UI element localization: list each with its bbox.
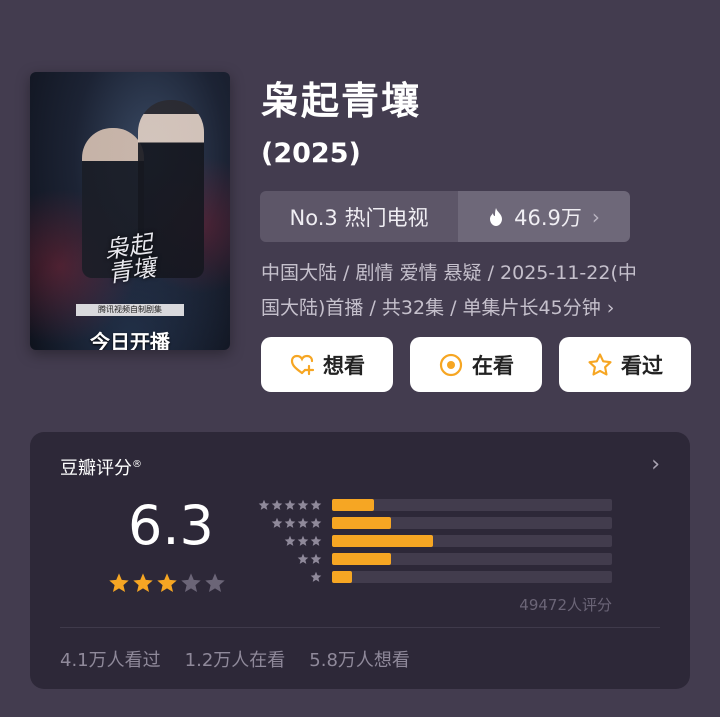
bar-fill — [332, 535, 433, 547]
bar-star-group — [252, 553, 322, 565]
watching-label: 在看 — [472, 353, 514, 378]
rating-bar-row — [252, 514, 612, 532]
small-star-icon — [271, 499, 283, 510]
heat-section[interactable]: 46.9万 › — [458, 191, 630, 242]
registered-mark: ® — [132, 459, 142, 470]
show-year: (2025) — [261, 138, 361, 169]
empty-star-icon — [205, 573, 225, 592]
small-star-icon — [297, 517, 309, 528]
poster-calligraphy: 枭起青壤 — [102, 229, 158, 288]
bar-track — [332, 517, 612, 529]
heart-plus-icon — [290, 354, 315, 375]
rating-card[interactable]: 豆瓣评分® › 6.3 49472人评分 4.1万人看过 1.2万人在看 5.8… — [30, 432, 690, 689]
rating-bar-row — [252, 496, 612, 514]
bar-star-group — [252, 535, 322, 547]
divider — [60, 627, 660, 628]
watching-count[interactable]: 1.2万人在看 — [185, 646, 286, 672]
chevron-right-icon: › — [591, 204, 600, 229]
rank-badge[interactable]: No.3 热门电视 46.9万 › — [260, 191, 630, 242]
filled-star-icon — [109, 573, 129, 592]
small-star-icon — [284, 535, 296, 546]
small-star-icon — [297, 499, 309, 510]
bar-star-group — [252, 571, 322, 583]
small-star-icon — [258, 499, 270, 510]
rating-bar-row — [252, 550, 612, 568]
stats-row: 4.1万人看过 1.2万人在看 5.8万人想看 — [60, 646, 410, 672]
want-to-watch-label: 想看 — [323, 353, 365, 378]
rating-header-text: 豆瓣评分 — [60, 458, 132, 479]
small-star-icon — [297, 553, 309, 564]
flame-icon — [490, 207, 503, 226]
small-star-icon — [310, 571, 322, 582]
watching-button[interactable]: 在看 — [410, 337, 542, 392]
rating-distribution — [252, 496, 612, 586]
want-count[interactable]: 5.8万人想看 — [309, 646, 410, 672]
rating-header: 豆瓣评分® — [60, 454, 142, 480]
heat-value: 46.9万 — [514, 205, 582, 230]
action-buttons: 想看 在看 看过 — [261, 337, 691, 392]
small-star-icon — [284, 499, 296, 510]
chevron-right-icon[interactable]: › — [651, 452, 660, 477]
empty-star-icon — [181, 573, 201, 592]
filled-star-icon — [157, 573, 177, 592]
meta-line-2: 国大陆)首播 / 共32集 / 单集片长45分钟 › — [261, 297, 615, 319]
ratings-count[interactable]: 49472人评分 — [519, 594, 612, 615]
bar-fill — [332, 553, 391, 565]
rating-bar-row — [252, 568, 612, 586]
bar-fill — [332, 499, 374, 511]
small-star-icon — [310, 535, 322, 546]
poster-image[interactable]: 枭起青壤 腾讯视频自制剧集 今日开播 — [30, 72, 230, 350]
poster-sub-tag: 腾讯视频自制剧集 — [76, 304, 184, 316]
watched-button[interactable]: 看过 — [559, 337, 691, 392]
bar-fill — [332, 517, 391, 529]
filled-star-icon — [133, 573, 153, 592]
show-meta[interactable]: 中国大陆 / 剧情 爱情 悬疑 / 2025-11-22(中 国大陆)首播 / … — [261, 256, 701, 326]
rating-bar-row — [252, 532, 612, 550]
bar-fill — [332, 571, 352, 583]
small-star-icon — [310, 553, 322, 564]
poster-today-label: 今日开播 — [90, 330, 170, 350]
bar-star-group — [252, 517, 322, 529]
bar-track — [332, 571, 612, 583]
small-star-icon — [297, 535, 309, 546]
show-title: 枭起青壤 — [261, 79, 422, 123]
want-to-watch-button[interactable]: 想看 — [261, 337, 393, 392]
watched-count[interactable]: 4.1万人看过 — [60, 646, 161, 672]
bar-track — [332, 553, 612, 565]
bar-star-group — [252, 499, 322, 511]
rating-stars — [108, 572, 226, 594]
rating-score: 6.3 — [128, 494, 214, 557]
small-star-icon — [310, 517, 322, 528]
small-star-icon — [271, 517, 283, 528]
eye-target-icon — [439, 353, 463, 376]
small-star-icon — [284, 517, 296, 528]
star-outline-icon — [588, 352, 612, 376]
meta-line-1: 中国大陆 / 剧情 爱情 悬疑 / 2025-11-22(中 — [261, 262, 637, 284]
bar-track — [332, 499, 612, 511]
watched-label: 看过 — [621, 353, 663, 378]
bar-track — [332, 535, 612, 547]
small-star-icon — [310, 499, 322, 510]
rank-label: No.3 热门电视 — [260, 191, 458, 242]
